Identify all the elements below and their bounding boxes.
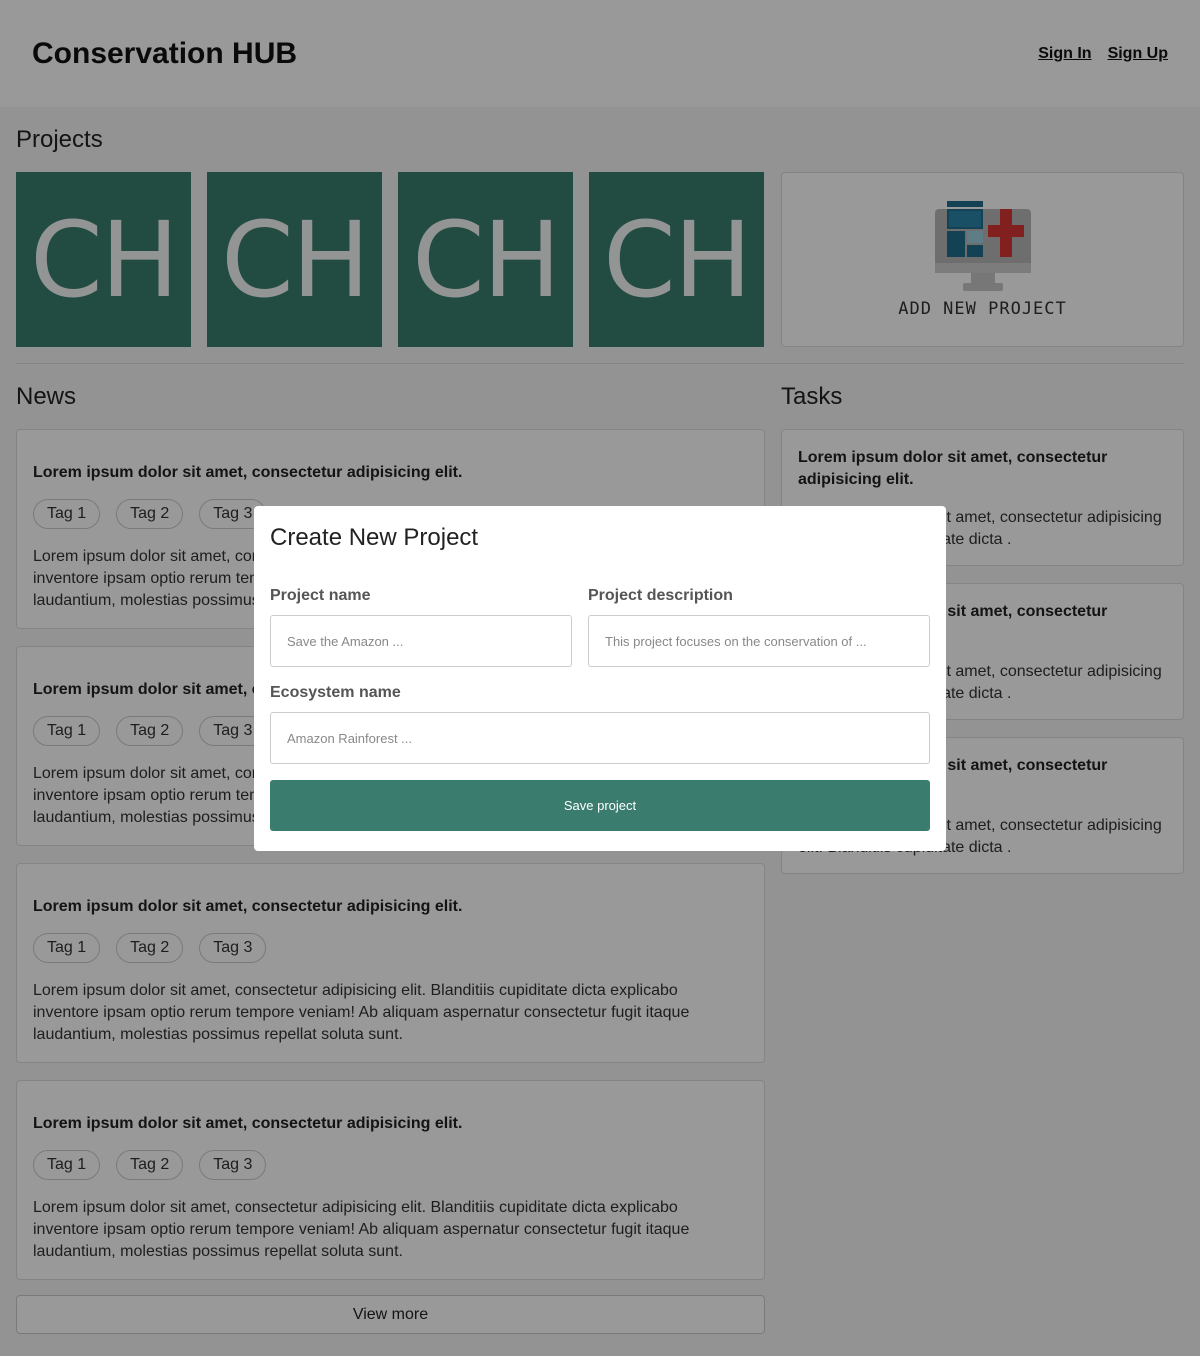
create-project-modal: Create New Project Project name Save the… [254,506,946,851]
project-name-input[interactable]: Save the Amazon ... [270,615,572,667]
project-name-label: Project name [270,587,371,604]
project-description-field: Project description This project focuses… [588,587,930,667]
project-description-label: Project description [588,587,733,604]
form-row: Project name Save the Amazon ... Project… [270,587,930,667]
ecosystem-name-input[interactable]: Amazon Rainforest ... [270,712,930,764]
ecosystem-name-field: Ecosystem name Amazon Rainforest ... [270,684,930,764]
save-project-button[interactable]: Save project [270,780,930,831]
ecosystem-name-label: Ecosystem name [270,684,401,701]
project-name-field: Project name Save the Amazon ... [270,587,572,667]
modal-title: Create New Project [270,524,479,551]
project-description-input[interactable]: This project focuses on the conservation… [588,615,930,667]
